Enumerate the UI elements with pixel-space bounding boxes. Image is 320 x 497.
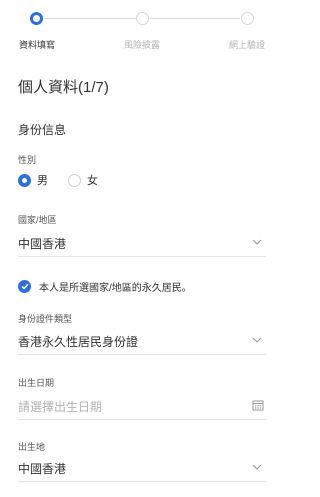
step-connector (150, 18, 240, 19)
gender-radio-group: 男 女 (18, 172, 98, 188)
step-1-indicator (30, 12, 43, 25)
birthdate-placeholder: 請選擇出生日期 (18, 400, 103, 414)
step-2-indicator (136, 12, 149, 25)
step-connector (44, 18, 136, 19)
radio-label: 女 (87, 175, 98, 187)
check-icon (20, 283, 29, 290)
birthdate-picker[interactable]: 請選擇出生日期 (18, 394, 266, 420)
permanent-resident-label: 本人是所選國家/地區的永久居民。 (39, 283, 192, 294)
chevron-down-icon (252, 464, 262, 470)
radio-unchecked-icon[interactable] (68, 173, 81, 187)
chevron-down-icon (252, 337, 262, 343)
step-3-label: 網上驗證 (229, 40, 266, 50)
step-1-label: 資料填寫 (19, 40, 56, 50)
country-label: 國家/地區 (18, 215, 57, 225)
country-value: 中國香港 (18, 237, 67, 251)
radio-label: 男 (37, 175, 48, 187)
step-2-label: 風險披露 (124, 40, 161, 50)
id-type-value: 香港永久性居民身份證 (18, 335, 139, 349)
birthplace-label: 出生地 (18, 442, 46, 452)
id-type-label: 身份證件類型 (18, 314, 73, 324)
gender-option-male[interactable]: 男 (18, 172, 48, 188)
step-3-indicator (241, 12, 254, 25)
id-type-select[interactable]: 香港永久性居民身份證 (18, 329, 266, 355)
page-title: 個人資料(1/7) (18, 79, 109, 96)
radio-checked-icon[interactable] (18, 173, 31, 187)
gender-option-female[interactable]: 女 (68, 172, 98, 188)
checkbox-checked-icon[interactable] (18, 280, 31, 293)
birthdate-label: 出生日期 (18, 378, 55, 388)
permanent-resident-checkbox-row[interactable]: 本人是所選國家/地區的永久居民。 (18, 279, 192, 294)
chevron-down-icon (252, 239, 262, 245)
gender-label: 性別 (18, 155, 37, 165)
birthplace-value: 中國香港 (18, 462, 67, 476)
country-select[interactable]: 中國香港 (18, 231, 266, 257)
progress-stepper: 資料填寫 風險披露 網上驗證 (0, 0, 285, 56)
birthplace-select[interactable]: 中國香港 (18, 456, 266, 482)
calendar-icon[interactable] (252, 399, 264, 411)
section-heading: 身份信息 (18, 123, 67, 137)
